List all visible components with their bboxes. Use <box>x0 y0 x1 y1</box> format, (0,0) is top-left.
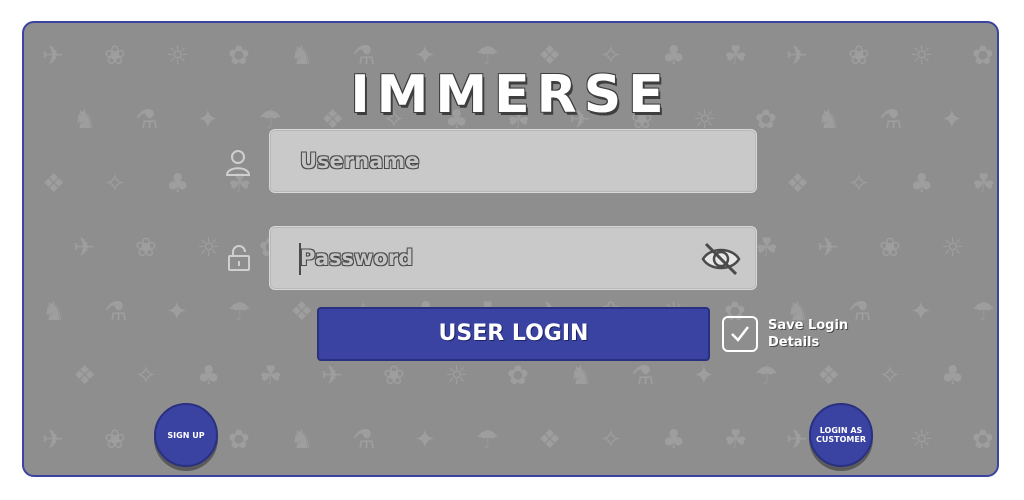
pattern-icon: ✈ <box>321 361 343 391</box>
save-login-checkbox[interactable] <box>722 316 758 352</box>
pattern-icon: ✈ <box>786 425 808 455</box>
login-panel: ✈❀☼✿♞⚗✦☂❖✧♣☘✈❀☼✿♞⚗✦☂❖✧♣☘✈❀☼✿♞⚗✦☂❖✧♣☘✈❀☼✿… <box>22 21 999 477</box>
pattern-icon: ♞ <box>42 297 66 327</box>
pattern-icon: ❖ <box>538 425 562 455</box>
pattern-icon: ☼ <box>445 361 469 391</box>
pattern-icon: ✧ <box>135 361 157 391</box>
user-icon <box>225 150 251 176</box>
user-login-button[interactable]: USER LOGIN <box>317 307 710 361</box>
pattern-icon: ❖ <box>817 361 841 391</box>
pattern-icon: ❖ <box>42 169 66 199</box>
pattern-icon: ✈ <box>817 233 839 263</box>
pattern-icon: ❖ <box>73 361 97 391</box>
pattern-icon: ✦ <box>910 297 932 327</box>
pattern-icon: ☘ <box>259 361 283 391</box>
pattern-icon: ❖ <box>290 297 314 327</box>
pattern-icon: ❀ <box>104 425 126 455</box>
pattern-icon: ❖ <box>786 169 810 199</box>
lock-icon <box>228 245 250 271</box>
pattern-icon: ♣ <box>166 169 190 199</box>
pattern-icon: ♞ <box>290 425 314 455</box>
pattern-icon: ⚗ <box>352 425 376 455</box>
pattern-icon: ♣ <box>941 361 965 391</box>
pattern-icon: ☂ <box>228 297 252 327</box>
pattern-icon: ☼ <box>941 233 965 263</box>
pattern-icon: ✧ <box>600 425 622 455</box>
pattern-icon: ♞ <box>569 361 593 391</box>
pattern-icon: ☂ <box>476 425 500 455</box>
pattern-icon: ✿ <box>972 425 994 455</box>
eye-slash-icon[interactable] <box>700 242 742 276</box>
pattern-icon: ☂ <box>972 297 996 327</box>
password-field[interactable]: Password <box>269 226 757 290</box>
pattern-icon: ☼ <box>910 425 934 455</box>
pattern-icon: ✿ <box>228 425 250 455</box>
save-login-label: Save Login Details <box>768 318 849 350</box>
pattern-icon: ✈ <box>73 233 95 263</box>
pattern-icon: ✦ <box>414 425 436 455</box>
pattern-icon: ✧ <box>104 169 126 199</box>
pattern-icon: ☼ <box>197 233 221 263</box>
pattern-icon: ⚗ <box>631 361 655 391</box>
pattern-icon: ☂ <box>755 361 779 391</box>
username-placeholder: Username <box>300 149 420 173</box>
pattern-icon: ✈ <box>42 425 64 455</box>
pattern-icon: ♣ <box>197 361 221 391</box>
username-field[interactable]: Username <box>269 129 757 193</box>
pattern-icon: ☘ <box>724 425 748 455</box>
pattern-icon: ♣ <box>662 425 686 455</box>
app-logo: IMMERSE <box>350 65 671 125</box>
pattern-icon: ⚗ <box>848 297 872 327</box>
password-placeholder: Password <box>300 246 414 270</box>
pattern-icon: ❀ <box>135 233 157 263</box>
pattern-icon: ✧ <box>879 361 901 391</box>
pattern-icon: ❀ <box>383 361 405 391</box>
pattern-icon: ☘ <box>972 169 996 199</box>
pattern-icon: ♣ <box>910 169 934 199</box>
pattern-icon: ✿ <box>507 361 529 391</box>
pattern-icon: ✦ <box>693 361 715 391</box>
pattern-icon: ✦ <box>166 297 188 327</box>
pattern-icon: ❀ <box>879 233 901 263</box>
pattern-icon: ⚗ <box>104 297 128 327</box>
checkmark-icon <box>731 326 749 342</box>
sign-up-button[interactable]: SIGN UP <box>154 403 218 467</box>
login-as-customer-button[interactable]: LOGIN AS CUSTOMER <box>809 403 873 467</box>
pattern-icon: ✧ <box>848 169 870 199</box>
pattern-icon: ☘ <box>755 233 779 263</box>
